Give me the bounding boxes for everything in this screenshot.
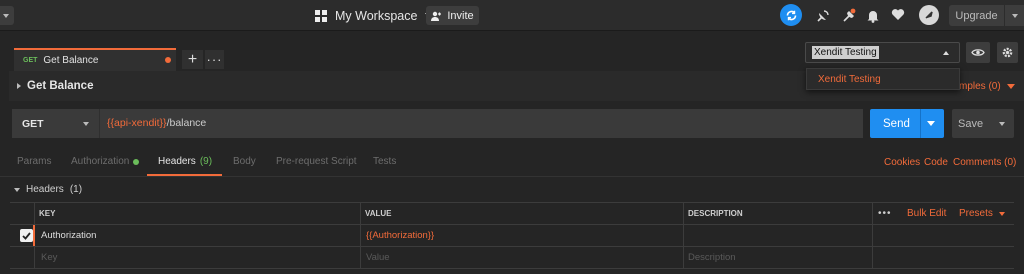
column-value-header: VALUE [365, 209, 392, 218]
chevron-down-icon [1011, 13, 1018, 18]
eye-icon [971, 49, 985, 56]
active-tab-indicator [147, 174, 222, 176]
request-title: Get Balance [27, 80, 94, 92]
tab-options-button[interactable]: ··· [205, 50, 224, 69]
request-subtabs: Params Authorization Headers (9) Body Pr… [0, 147, 1024, 177]
column-description-header: DESCRIPTION [688, 209, 743, 218]
save-label: Save [958, 117, 984, 130]
bell-icon[interactable] [866, 8, 880, 23]
tab-headers-count: (9) [199, 156, 213, 167]
workspace-grid-icon [315, 9, 327, 22]
checkmark-icon [20, 229, 33, 242]
url-variable: {{api-xendit}} [107, 117, 167, 129]
invite-button[interactable]: Invite [426, 6, 479, 25]
method-value: GET [22, 117, 44, 130]
header-key-cell[interactable]: Authorization [41, 225, 96, 246]
presets-dropdown[interactable]: Presets [959, 208, 1005, 219]
table-options-button[interactable]: ••• [878, 203, 892, 224]
method-select[interactable]: GET [12, 109, 100, 138]
chevron-down-icon [83, 122, 89, 126]
comments-link[interactable]: Comments (0) [953, 157, 1016, 168]
header-value-cell[interactable]: {{Authorization}} [366, 225, 434, 246]
heart-icon[interactable] [891, 8, 905, 21]
workspace-switcher[interactable]: My Workspace [315, 7, 434, 24]
tab-tests[interactable]: Tests [373, 156, 396, 167]
tab-authorization[interactable]: Authorization [71, 156, 140, 167]
table-row-empty: Key Value Description [10, 247, 1014, 269]
presets-label: Presets [959, 208, 993, 219]
request-tab[interactable]: GET Get Balance [14, 48, 176, 71]
environment-select[interactable]: Xendit Testing [805, 42, 960, 63]
url-bar: GET {{api-xendit}}/balance [12, 109, 863, 138]
examples-label: mples (0) [959, 81, 1001, 92]
tab-body[interactable]: Body [233, 156, 256, 167]
headers-section-toggle[interactable]: Headers (1) [14, 184, 82, 195]
caret-right-icon [17, 83, 21, 89]
top-bar: My Workspace Invite Upgrade [0, 0, 1024, 31]
table-row: Authorization {{Authorization}} [10, 225, 1014, 247]
send-dropdown-icon[interactable] [927, 121, 935, 126]
gear-icon [1002, 47, 1013, 58]
environment-quick-look-button[interactable] [966, 42, 990, 63]
tab-prerequest-script[interactable]: Pre-request Script [276, 156, 357, 167]
add-user-icon [431, 11, 442, 21]
header-enabled-checkbox[interactable] [20, 225, 33, 246]
tab-name: Get Balance [43, 55, 99, 66]
workspace-label: My Workspace [335, 8, 418, 23]
invite-label: Invite [447, 9, 474, 22]
column-key-header: KEY [39, 209, 56, 218]
interceptor-icon[interactable] [842, 8, 857, 23]
environment-selected-value: Xendit Testing [812, 46, 879, 59]
unsaved-dot-icon [165, 57, 171, 63]
chevron-down-icon[interactable] [999, 122, 1005, 126]
cookies-link[interactable]: Cookies [884, 157, 920, 168]
tab-method: GET [23, 57, 38, 64]
tab-authorization-label: Authorization [71, 156, 130, 167]
request-name-toggle[interactable]: Get Balance [17, 80, 93, 92]
headers-table: KEY VALUE DESCRIPTION ••• Bulk Edit Pres… [10, 202, 1014, 269]
user-avatar[interactable] [919, 5, 939, 25]
url-input[interactable]: {{api-xendit}}/balance [107, 117, 206, 129]
header-description-cell[interactable] [688, 225, 868, 246]
examples-button[interactable]: mples (0) [959, 81, 1015, 92]
caret-down-icon [14, 187, 20, 192]
environment-dropdown-option[interactable]: Xendit Testing [806, 68, 960, 90]
tab-headers[interactable]: Headers (9) [158, 156, 212, 167]
send-label: Send [883, 117, 910, 130]
chevron-down-icon [998, 211, 1005, 216]
new-description-input[interactable]: Description [688, 247, 736, 268]
chevron-up-icon [943, 51, 949, 55]
headers-section-count: (1) [69, 184, 83, 195]
chevron-down-icon [1006, 84, 1015, 89]
manage-environments-button[interactable] [997, 42, 1018, 63]
save-button[interactable]: Save [952, 109, 1014, 138]
new-dropdown-button[interactable] [0, 6, 14, 25]
satellite-icon[interactable] [816, 8, 831, 23]
tab-params[interactable]: Params [17, 156, 51, 167]
upgrade-dropdown-button[interactable] [1004, 5, 1024, 26]
tab-headers-label: Headers [158, 156, 196, 167]
sync-icon [786, 10, 796, 20]
url-path: /balance [166, 117, 207, 129]
new-tab-button[interactable]: + [182, 50, 203, 69]
send-button[interactable]: Send [870, 109, 944, 138]
headers-section-title: Headers [26, 184, 64, 195]
sync-status-button[interactable] [780, 4, 802, 26]
new-key-input[interactable]: Key [41, 247, 57, 268]
bulk-edit-link[interactable]: Bulk Edit [907, 208, 946, 219]
table-header-row: KEY VALUE DESCRIPTION ••• Bulk Edit Pres… [10, 203, 1014, 225]
status-dot-icon [133, 158, 140, 165]
rocket-icon [925, 11, 933, 19]
new-value-input[interactable]: Value [366, 247, 390, 268]
upgrade-button[interactable]: Upgrade [949, 5, 1004, 26]
code-link[interactable]: Code [924, 157, 948, 168]
